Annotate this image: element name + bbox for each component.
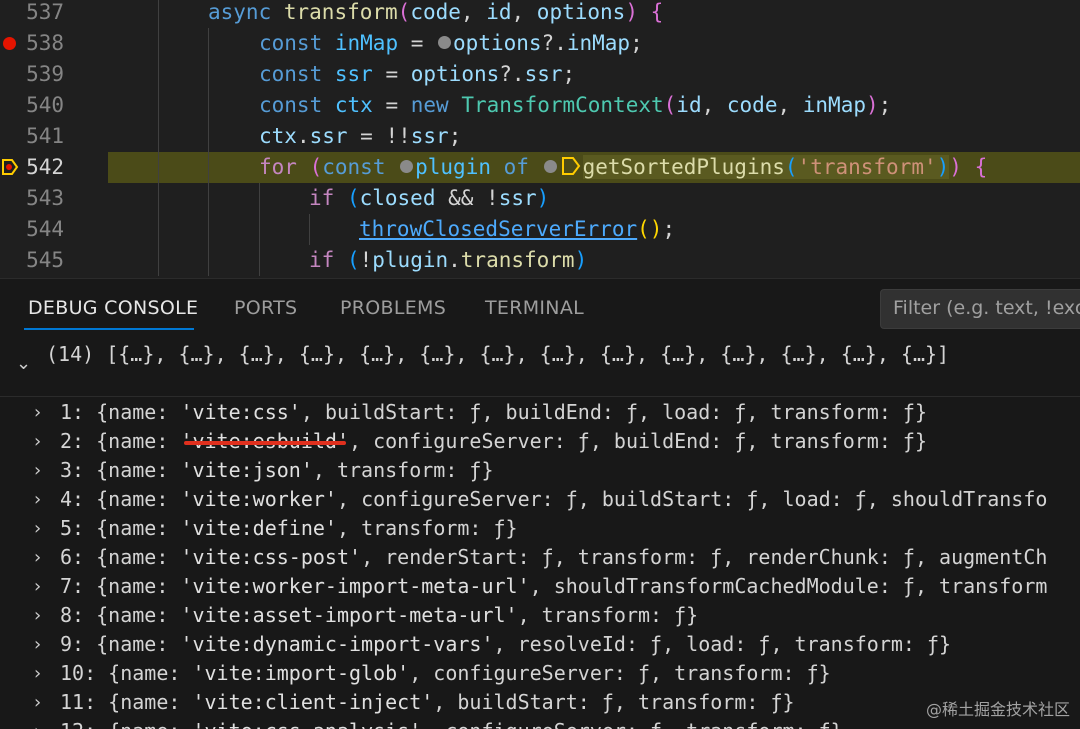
plugin-name: 'vite:asset-import-meta-url' [180,603,518,627]
console-row[interactable]: › 4: {name: 'vite:worker', configureServe… [0,485,1080,514]
watermark: @稀土掘金技术社区 [925,700,1070,719]
debug-console-output[interactable]: ⌄ (14) [{…}, {…}, {…}, {…}, {…}, {…}, {…… [0,339,1080,729]
current-breakpoint-arrow-icon[interactable] [1,158,19,176]
console-row-text: 10: {name: 'vite:import-glob', configure… [60,661,831,685]
line-number: 537 [26,0,64,24]
tab-debug-console[interactable]: DEBUG CONSOLE [28,297,198,319]
console-row-text: 6: {name: 'vite:css-post', renderStart: … [60,545,1048,569]
console-row-text: 9: {name: 'vite:dynamic-import-vars', re… [60,632,952,656]
filter-input[interactable]: Filter (e.g. text, !exclude) [880,289,1080,329]
code-line[interactable]: 541 ctx.ssr = !!ssr; [0,121,1080,152]
inline-breakpoint-icon[interactable] [400,160,414,173]
code-line[interactable]: 544 throwClosedServerError(); [0,214,1080,245]
panel-tabs: DEBUG CONSOLE PORTS PROBLEMS TERMINAL Fi… [0,279,1080,339]
code-line[interactable]: 539 const ssr = options?.ssr; [0,59,1080,90]
function-link: throwClosedServerError [359,217,638,241]
chevron-down-icon[interactable]: ⌄ [16,353,31,374]
chevron-right-icon[interactable]: › [34,400,41,426]
array-summary[interactable]: (14) [{…}, {…}, {…}, {…}, {…}, {…}, {…},… [46,339,949,369]
chevron-right-icon[interactable]: › [34,661,41,687]
code-editor[interactable]: 537 async transform(code, id, options) {… [0,0,1080,278]
console-row-text: 4: {name: 'vite:worker', configureServer… [60,487,1048,511]
console-row[interactable]: › 7: {name: 'vite:worker-import-meta-url'… [0,572,1080,601]
console-row-text: 3: {name: 'vite:json', transform: ƒ} [60,458,494,482]
code-line[interactable]: 545 if (!plugin.transform) [0,245,1080,276]
indent-guide [158,0,159,28]
chevron-right-icon[interactable]: › [34,487,41,513]
console-row[interactable]: › 3: {name: 'vite:json', transform: ƒ} [0,456,1080,485]
line-number: 544 [26,217,64,241]
console-row[interactable]: ›12: {name: 'vite:css-analysis', configu… [0,717,1080,729]
code-text: for (const plugin of getSortedPlugins('t… [259,155,988,179]
tab-problems[interactable]: PROBLEMS [340,297,446,319]
plugin-name: 'vite:worker-import-meta-url' [180,574,530,598]
console-row[interactable]: › 9: {name: 'vite:dynamic-import-vars', r… [0,630,1080,659]
line-number: 541 [26,124,64,148]
code-text: ctx.ssr = !!ssr; [259,124,462,148]
console-row-text: 11: {name: 'vite:client-inject', buildSt… [60,690,795,714]
plugin-name: 'vite:css-post' [180,545,362,569]
console-row[interactable]: ›2: {name: 'vite:esbuild', configureServ… [0,427,1080,456]
chevron-right-icon[interactable]: › [34,632,41,658]
tab-ports[interactable]: PORTS [234,297,297,319]
divider [0,396,1080,397]
console-row[interactable]: › 8: {name: 'vite:asset-import-meta-url',… [0,601,1080,630]
code-text: const ssr = options?.ssr; [259,62,576,86]
console-row[interactable]: › 10: {name: 'vite:import-glob', configur… [0,659,1080,688]
red-underline-annotation [184,441,346,445]
line-number: 540 [26,93,64,117]
bottom-panel: DEBUG CONSOLE PORTS PROBLEMS TERMINAL Fi… [0,278,1080,729]
console-row-text: 7: {name: 'vite:worker-import-meta-url',… [60,574,1048,598]
code-text: const ctx = new TransformContext(id, cod… [259,93,892,117]
code-line[interactable]: 540 const ctx = new TransformContext(id,… [0,90,1080,121]
code-text: if (!plugin.transform) [309,248,588,272]
console-row[interactable]: › 1: {name: 'vite:css', buildStart: ƒ, bu… [0,398,1080,427]
code-text: if (closed && !ssr) [309,186,550,210]
code-text: async transform(code, id, options) { [208,0,664,24]
plugin-name: 'vite:client-inject' [192,690,434,714]
plugin-name: 'vite:json' [180,458,313,482]
current-execution-line[interactable]: 542 for (const plugin of getSortedPlugin… [0,152,1080,183]
console-row[interactable]: › 6: {name: 'vite:css-post', renderStart:… [0,543,1080,572]
console-row-text: 8: {name: 'vite:asset-import-meta-url', … [60,603,699,627]
code-text: throwClosedServerError(); [359,217,676,241]
inline-breakpoint-icon[interactable] [543,160,557,173]
code-line[interactable]: 538 const inMap = options?.inMap; [0,28,1080,59]
chevron-right-icon[interactable]: › [34,574,41,600]
plugin-name: 'vite:define' [180,516,337,540]
chevron-right-icon[interactable]: › [34,458,41,484]
plugin-name: 'vite:css' [180,400,301,424]
line-number: 539 [26,62,64,86]
chevron-right-icon[interactable]: › [34,603,41,629]
line-number: 543 [26,186,64,210]
console-row-text: 12: {name: 'vite:css-analysis', configur… [60,717,843,729]
active-tab-indicator [24,328,194,330]
code-line[interactable]: 537 async transform(code, id, options) { [0,0,1080,28]
breakpoint-icon[interactable] [3,37,16,50]
chevron-right-icon[interactable]: › [34,429,41,455]
chevron-right-icon[interactable]: › [34,545,41,571]
tab-terminal[interactable]: TERMINAL [485,297,584,319]
plugin-name: 'vite:import-glob' [192,661,410,685]
console-row[interactable]: › 11: {name: 'vite:client-inject', buildS… [0,688,1080,717]
inline-breakpoint-icon[interactable] [438,36,452,49]
plugin-name: 'vite:worker' [180,487,337,511]
chevron-right-icon[interactable]: › [34,516,41,542]
console-row-text: 5: {name: 'vite:define', transform: ƒ} [60,516,518,540]
code-line[interactable]: 543 if (closed && !ssr) [0,183,1080,214]
line-number: 538 [26,31,64,55]
console-row-text: 1: {name: 'vite:css', buildStart: ƒ, bui… [60,400,927,424]
code-text: const inMap = options?.inMap; [259,31,643,55]
chevron-right-icon[interactable]: › [34,690,41,716]
line-number: 545 [26,248,64,272]
plugin-name: 'vite:dynamic-import-vars' [180,632,494,656]
line-number: 542 [26,155,64,179]
inline-stop-arrow-icon[interactable] [561,156,581,176]
console-row[interactable]: › 5: {name: 'vite:define', transform: ƒ} [0,514,1080,543]
